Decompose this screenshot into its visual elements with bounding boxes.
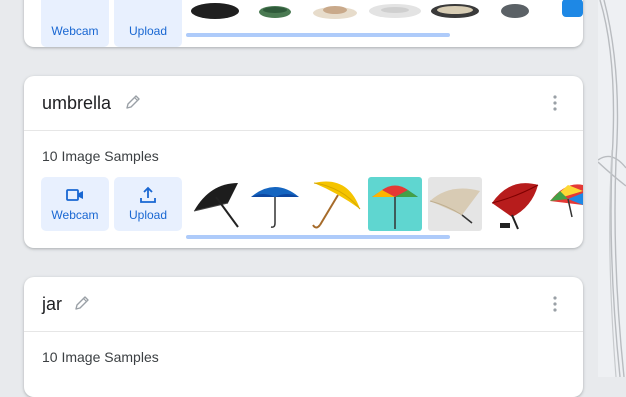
grey-bowl-icon[interactable] bbox=[488, 0, 542, 47]
edit-pencil-icon[interactable] bbox=[72, 293, 92, 313]
webcam-icon bbox=[66, 189, 83, 201]
upload-icon bbox=[140, 186, 156, 203]
multicolor-umbrella-icon[interactable] bbox=[548, 177, 583, 231]
red-umbrella-icon[interactable] bbox=[488, 177, 542, 231]
thumbnail-scrollbar[interactable] bbox=[186, 235, 450, 239]
blue-umbrella-icon[interactable] bbox=[248, 177, 302, 231]
class-name[interactable]: umbrella bbox=[42, 93, 111, 114]
white-saucer-icon[interactable] bbox=[368, 0, 422, 47]
webcam-button-label: Webcam bbox=[51, 208, 99, 222]
blue-cup-icon[interactable] bbox=[548, 0, 583, 47]
edit-pencil-icon[interactable] bbox=[123, 92, 143, 112]
class-card-jar: jar 10 Image Samples bbox=[24, 277, 583, 397]
upload-button-label: Upload bbox=[128, 208, 168, 222]
upload-button-label: Upload bbox=[128, 24, 168, 38]
thumbnail-scrollbar[interactable] bbox=[186, 33, 450, 37]
webcam-button[interactable]: Webcam bbox=[41, 177, 109, 231]
more-options-icon[interactable] bbox=[551, 295, 559, 313]
webcam-button-label: Webcam bbox=[51, 24, 99, 38]
more-options-icon[interactable] bbox=[551, 94, 559, 112]
patterned-plate-icon[interactable] bbox=[428, 0, 482, 47]
green-bowl-icon[interactable] bbox=[248, 0, 302, 47]
sample-count: 10 Image Samples bbox=[42, 349, 159, 365]
class-header: jar bbox=[24, 277, 583, 332]
class-card-umbrella: umbrella 10 Image Samples Webcam Upload bbox=[24, 76, 583, 248]
upload-button[interactable]: Upload bbox=[114, 177, 182, 231]
class-card-top: Webcam Upload bbox=[24, 0, 583, 47]
class-name[interactable]: jar bbox=[42, 294, 62, 315]
black-plate-icon[interactable] bbox=[188, 0, 242, 47]
connector-panel bbox=[598, 0, 626, 377]
yellow-umbrella-icon[interactable] bbox=[308, 177, 362, 231]
upload-button[interactable]: Upload bbox=[114, 0, 182, 47]
connector-lines bbox=[598, 0, 626, 377]
webcam-button[interactable]: Webcam bbox=[41, 0, 109, 47]
white-cup-icon[interactable] bbox=[308, 0, 362, 47]
rainbow-umbrella-icon[interactable] bbox=[368, 177, 422, 231]
black-umbrella-icon[interactable] bbox=[188, 177, 242, 231]
sample-count: 10 Image Samples bbox=[42, 148, 159, 164]
class-header: umbrella bbox=[24, 76, 583, 131]
beige-umbrella-icon[interactable] bbox=[428, 177, 482, 231]
